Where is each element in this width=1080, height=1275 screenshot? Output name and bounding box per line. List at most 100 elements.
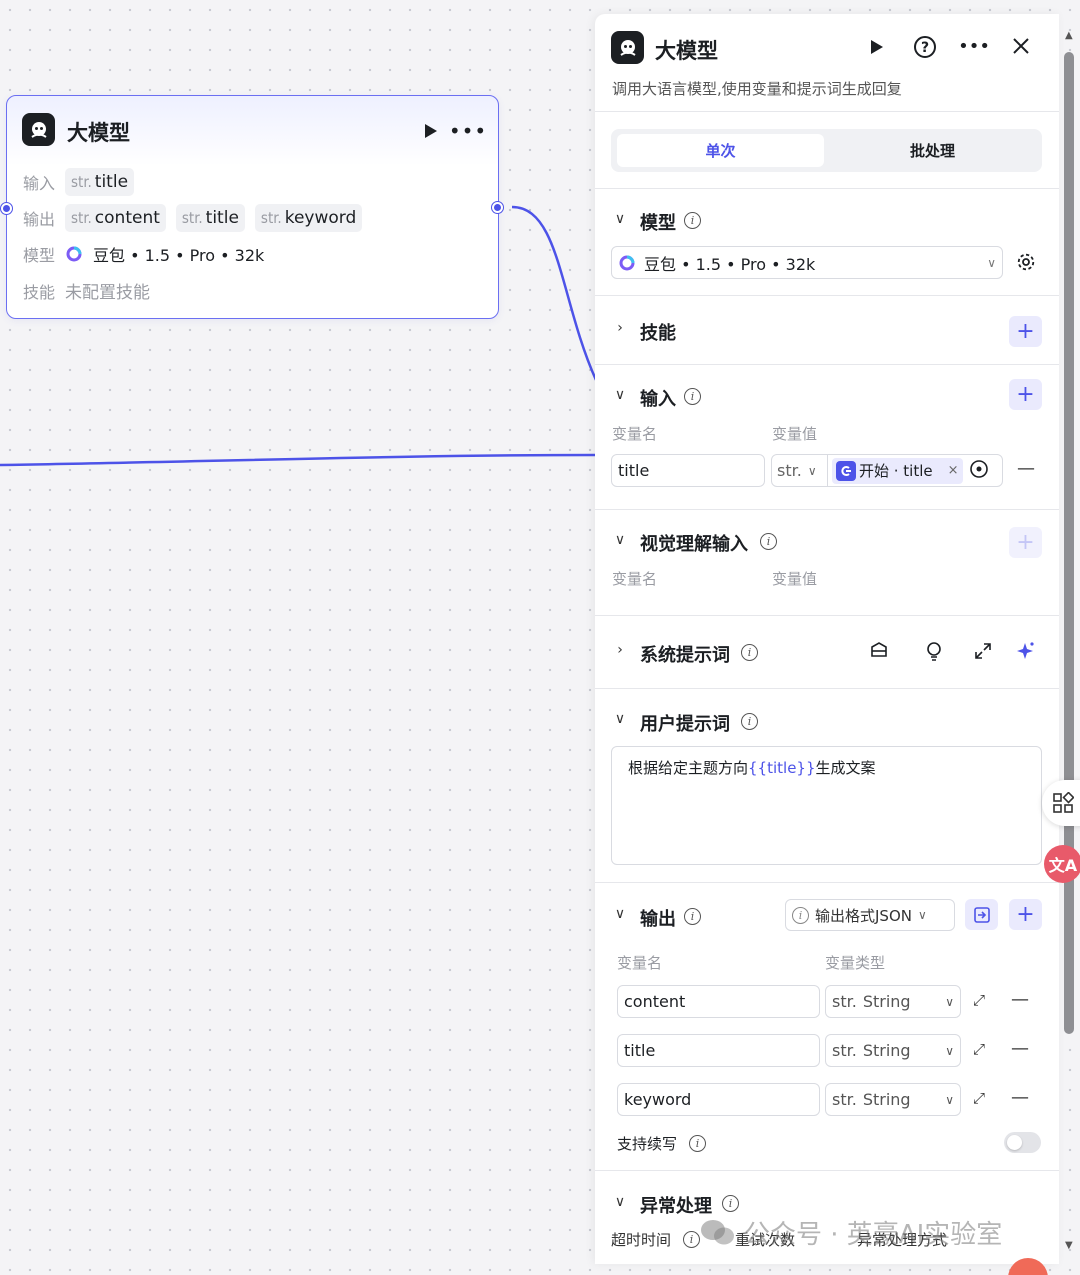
info-icon: i — [683, 1231, 700, 1248]
help-icon[interactable]: ? — [912, 34, 938, 60]
info-icon: i — [684, 908, 701, 925]
ai-sparkle-icon[interactable] — [1015, 640, 1037, 662]
output-col-type: 变量类型 — [825, 954, 886, 972]
output-var-type-select[interactable]: str. String ∨ — [825, 985, 961, 1018]
add-output-button[interactable]: + — [1009, 899, 1042, 930]
input-handle[interactable] — [1, 203, 12, 214]
llm-node-card[interactable]: 大模型 ••• 输入 str. title 输出 str. content str.… — [6, 95, 499, 319]
expand-icon[interactable]: ⤢ — [973, 1040, 985, 1058]
chevron-down-icon[interactable]: ∨ — [612, 387, 628, 403]
prompt-text: 根据给定主题方向 — [628, 759, 749, 777]
remove-output-button[interactable]: — — [1011, 1087, 1029, 1108]
system-prompt-section-title: 系统提示词 — [640, 645, 730, 666]
model-value: 豆包 • 1.5 • Pro • 32k — [93, 246, 265, 265]
watermark: 公众号 · 英豪AI实验室 — [700, 1214, 1002, 1251]
info-icon: i — [722, 1195, 739, 1212]
input-section-title: 输入 — [640, 389, 676, 410]
more-icon[interactable]: ••• — [449, 119, 486, 143]
expand-icon[interactable]: ⤢ — [973, 1089, 985, 1107]
output-var-name-field[interactable]: title — [617, 1034, 820, 1067]
output-var-name-field[interactable]: keyword — [617, 1083, 820, 1116]
chevron-down-icon: ∨ — [987, 255, 996, 270]
mode-tabs: 单次 批处理 — [611, 129, 1042, 172]
vision-col-name: 变量名 — [612, 570, 658, 588]
skills-section-title: 技能 — [640, 323, 676, 344]
add-skill-button[interactable]: + — [1009, 316, 1042, 347]
doubao-model-icon — [65, 245, 83, 263]
chevron-down-icon: ∨ — [945, 1092, 954, 1107]
output-chip: str. keyword — [254, 204, 363, 232]
clear-icon[interactable]: × — [948, 463, 959, 478]
type-select[interactable]: str. ∨ — [772, 455, 828, 486]
input-var-value-field[interactable]: str. ∨ 开始 · title × — [771, 454, 1003, 487]
user-prompt-section-title: 用户提示词 — [640, 714, 730, 735]
scroll-up-arrow[interactable]: ▲ — [1065, 30, 1073, 41]
remove-input-button[interactable]: — — [1017, 458, 1035, 479]
expand-icon[interactable] — [972, 640, 994, 662]
tab-batch[interactable]: 批处理 — [829, 134, 1036, 167]
chevron-down-icon[interactable]: ∨ — [612, 211, 628, 227]
run-icon[interactable] — [419, 120, 441, 142]
node-config-panel: 大模型 ? ••• 调用大语言模型,使用变量和提示词生成回复 单次 批处理 ∨ … — [595, 14, 1059, 1264]
model-row-label: 模型 — [23, 246, 56, 265]
chevron-down-icon: ∨ — [917, 908, 927, 922]
variable-picker-icon[interactable] — [969, 459, 989, 483]
continue-write-toggle[interactable] — [1004, 1132, 1041, 1153]
add-vision-input-button[interactable]: + — [1009, 527, 1042, 558]
chevron-down-icon: ∨ — [945, 994, 954, 1009]
output-var-type-select[interactable]: str. String ∨ — [825, 1034, 961, 1067]
skill-value: 未配置技能 — [65, 283, 151, 303]
prompt-library-icon[interactable] — [868, 640, 890, 662]
lightbulb-icon[interactable] — [923, 640, 945, 662]
input-col-name: 变量名 — [612, 425, 658, 443]
panel-scrollbar[interactable]: ▲ ▼ — [1062, 30, 1076, 1260]
remove-output-button[interactable]: — — [1011, 989, 1029, 1010]
settings-icon[interactable] — [1015, 251, 1037, 273]
chevron-down-icon[interactable]: ∨ — [612, 1194, 628, 1210]
translate-icon[interactable]: 文A — [1044, 845, 1080, 883]
model-select[interactable]: 豆包 • 1.5 • Pro • 32k ∨ — [611, 246, 1003, 279]
chevron-right-icon[interactable]: › — [612, 320, 628, 336]
more-icon[interactable]: ••• — [958, 36, 990, 57]
output-var-name-field[interactable]: content — [617, 985, 820, 1018]
panel-bot-logo-icon — [611, 31, 644, 64]
output-chip: str. content — [65, 204, 166, 232]
add-input-button[interactable]: + — [1009, 379, 1042, 410]
chevron-down-icon: ∨ — [807, 463, 817, 478]
chevron-down-icon[interactable]: ∨ — [612, 532, 628, 548]
doubao-model-icon — [618, 254, 636, 272]
info-icon: i — [684, 388, 701, 405]
user-prompt-editor[interactable]: 根据给定主题方向{{title}}生成文案 — [611, 746, 1042, 865]
import-output-button[interactable] — [965, 899, 998, 930]
vision-col-value: 变量值 — [772, 570, 818, 588]
scrollbar-thumb[interactable] — [1064, 52, 1074, 1034]
output-handle[interactable] — [492, 202, 503, 213]
output-format-value: 输出格式JSON — [815, 906, 912, 925]
apps-grid-icon[interactable] — [1042, 780, 1080, 826]
input-var-name-field[interactable]: title — [611, 454, 765, 487]
output-col-name: 变量名 — [617, 954, 663, 972]
prompt-variable: {{title}} — [748, 759, 816, 777]
chevron-right-icon[interactable]: › — [612, 642, 628, 658]
close-icon[interactable] — [1009, 34, 1033, 58]
ref-label: 开始 · title — [859, 462, 933, 480]
output-section-title: 输出 — [640, 909, 676, 930]
skill-row-label: 技能 — [23, 282, 56, 302]
output-var-type-select[interactable]: str. String ∨ — [825, 1083, 961, 1116]
tab-single[interactable]: 单次 — [617, 134, 824, 167]
panel-description: 调用大语言模型,使用变量和提示词生成回复 — [612, 80, 902, 98]
chevron-down-icon[interactable]: ∨ — [612, 906, 628, 922]
prompt-text: 生成文案 — [815, 759, 876, 777]
continue-write-label: 支持续写 — [617, 1135, 678, 1153]
panel-title: 大模型 — [655, 39, 718, 63]
info-icon: i — [741, 713, 758, 730]
chevron-down-icon[interactable]: ∨ — [612, 711, 628, 727]
scroll-down-arrow[interactable]: ▼ — [1065, 1240, 1073, 1251]
bot-logo-icon — [22, 113, 55, 146]
model-select-value: 豆包 • 1.5 • Pro • 32k — [644, 254, 816, 274]
run-icon[interactable] — [865, 36, 887, 58]
ref-tag: 开始 · title × — [832, 457, 963, 484]
expand-icon[interactable]: ⤢ — [973, 991, 985, 1009]
remove-output-button[interactable]: — — [1011, 1038, 1029, 1059]
output-format-select[interactable]: i 输出格式JSON ∨ — [785, 899, 955, 931]
